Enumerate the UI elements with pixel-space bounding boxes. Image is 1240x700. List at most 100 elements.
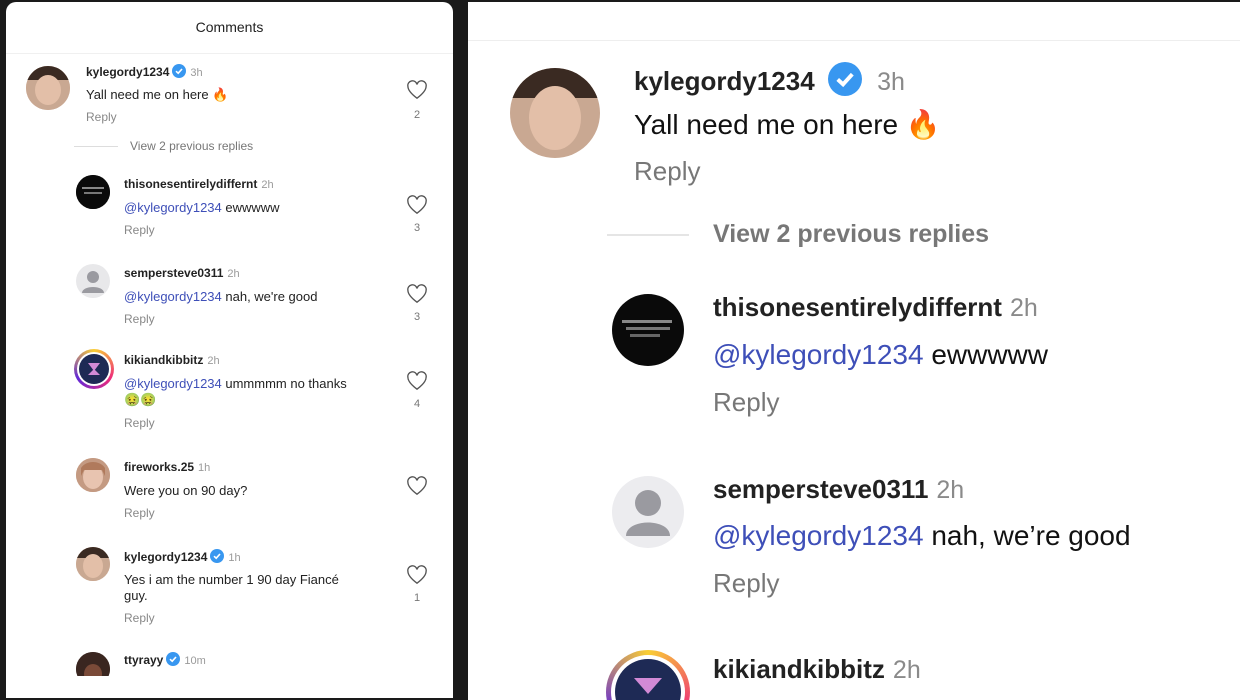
view-previous-label[interactable]: View 2 previous replies [130,139,253,153]
comment-body: nah, we’re good [923,520,1131,551]
reply-button[interactable]: Reply [124,506,155,520]
default-user-icon [626,490,670,536]
username-text[interactable]: kylegordy1234 [86,65,169,79]
reply-button[interactable]: Reply [713,568,779,599]
avatar-photo-icon [612,294,684,366]
comment-time: 2h [207,355,220,367]
verified-badge-icon [210,549,225,563]
comment-username[interactable]: fireworks.25 1h [124,460,210,474]
reply-button[interactable]: Reply [634,156,700,187]
avatar-photo-icon [26,66,70,110]
username-text[interactable]: kikiandkibbitz [713,654,885,684]
avatar[interactable] [76,264,110,298]
avatar[interactable] [510,68,600,158]
comment-time: 2h [227,268,240,280]
username-text[interactable]: kikiandkibbitz [124,353,203,367]
reply-button[interactable]: Reply [124,416,155,430]
verified-badge-icon [827,62,862,96]
view-previous-label[interactable]: View 2 previous replies [713,220,989,249]
avatar[interactable] [26,66,70,110]
verified-badge-icon [172,64,187,78]
like-heart-icon[interactable] [406,565,428,585]
comment-text: Yall need me on here 🔥 [634,109,941,140]
like-count: 3 [413,311,421,323]
reply-button[interactable]: Reply [713,387,779,418]
story-ring-avatar-icon [77,352,111,386]
avatar[interactable] [76,547,110,581]
comment-username[interactable]: kylegordy1234 3h [634,62,905,97]
divider [468,40,1240,41]
view-previous-replies[interactable]: View 2 previous replies [74,139,253,153]
reply-button[interactable]: Reply [124,223,155,237]
comment-text: Were you on 90 day? [124,483,248,498]
avatar[interactable] [76,458,110,492]
comment-body: ummmmm no thanks [221,376,347,391]
comment-body: ewwwww [923,339,1049,370]
comments-title: Comments [195,18,264,35]
divider [74,145,118,147]
username-text[interactable]: thisonesentirelydiffernt [124,177,257,191]
comment-body: nah, we're good [221,289,318,304]
avatar-photo-icon [76,547,110,581]
like-heart-icon[interactable] [406,80,428,100]
comment-time: 10m [184,655,206,667]
comment-item: thisonesentirelydiffernt 2h @kylegordy123… [6,167,453,247]
username-text[interactable]: ttyrayy [124,653,163,667]
avatar[interactable] [74,349,114,389]
comment-username[interactable]: kylegordy1234 1h [124,549,241,564]
comment-item: kylegordy1234 3h Yall need me on here 🔥 R… [6,54,453,134]
comment-text-line2: guy. [124,588,148,603]
like-heart-icon[interactable] [406,195,428,215]
avatar[interactable] [76,175,110,209]
reply-button[interactable]: Reply [86,110,117,124]
reply-button[interactable]: Reply [124,312,155,326]
username-text[interactable]: fireworks.25 [124,460,194,474]
comment-text: Yall need me on here 🔥 [86,87,229,102]
comment-time: 1h [228,552,241,564]
comment-text: Yes i am the number 1 90 day Fiancé [124,572,339,587]
like-count: 4 [413,398,421,410]
emoji-reaction-bar[interactable] [6,676,453,698]
comment-item: sempersteve0311 2h @kylegordy1234 nah, we… [6,256,453,336]
comment-text: @kylegordy1234 ewwwww [713,339,1048,371]
comment-username[interactable]: ttyrayy 10m [124,652,206,667]
view-previous-replies[interactable]: View 2 previous replies [607,220,989,249]
comment-time: 2h [892,656,921,684]
like-heart-icon[interactable] [406,371,428,391]
username-text[interactable]: kylegordy1234 [124,550,207,564]
comment-text-line2: 🤢🤢 [124,392,157,407]
avatar-photo-icon [76,458,110,492]
comment-username[interactable]: kikiandkibbitz 2h [124,353,220,367]
mention-link[interactable]: @kylegordy1234 [124,289,222,304]
comment-item: fireworks.25 1h Were you on 90 day? Reply [6,450,453,530]
comment-username[interactable]: sempersteve0311 2h [713,474,964,505]
story-ring-avatar-icon [611,655,685,700]
comment-time: 2h [261,179,274,191]
avatar[interactable] [606,650,690,700]
comment-username[interactable]: thisonesentirelydiffernt 2h [713,292,1038,323]
like-heart-icon[interactable] [406,284,428,304]
reply-button[interactable]: Reply [124,611,155,625]
like-count: 2 [413,109,421,121]
avatar-photo-icon [510,68,600,158]
username-text[interactable]: kylegordy1234 [634,66,815,96]
comment-item: kikiandkibbitz 2h @kylegordy1234 ummmmm n… [6,345,453,445]
username-text[interactable]: thisonesentirelydiffernt [713,292,1002,322]
comment-time: 1h [198,462,211,474]
comment-username[interactable]: sempersteve0311 2h [124,266,240,280]
mention-link[interactable]: @kylegordy1234 [713,520,924,551]
avatar[interactable] [612,476,684,548]
like-heart-icon[interactable] [406,476,428,496]
comment-time: 3h [877,68,905,96]
comment-username[interactable]: kikiandkibbitz 2h [713,654,921,685]
username-text[interactable]: sempersteve0311 [713,474,928,504]
comment-username[interactable]: thisonesentirelydiffernt 2h [124,177,274,191]
username-text[interactable]: sempersteve0311 [124,266,223,280]
mention-link[interactable]: @kylegordy1234 [124,200,222,215]
mention-link[interactable]: @kylegordy1234 [124,376,222,391]
comment-username[interactable]: kylegordy1234 3h [86,64,203,79]
avatar[interactable] [612,294,684,366]
verified-badge-icon [166,652,181,666]
mention-link[interactable]: @kylegordy1234 [713,339,924,370]
comment-text: @kylegordy1234 ummmmm no thanks [124,376,347,391]
